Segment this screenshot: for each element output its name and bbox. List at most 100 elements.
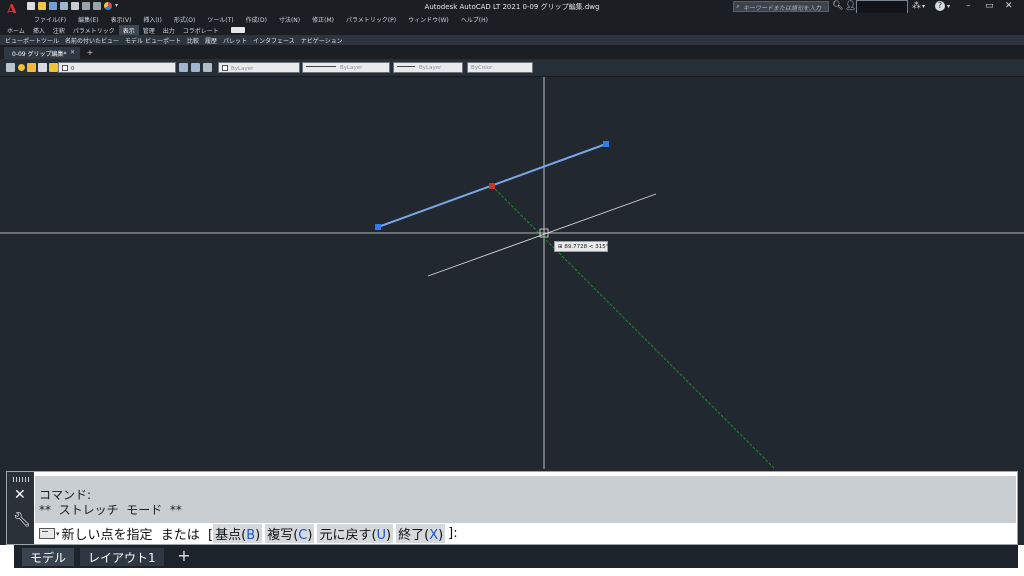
add-layout-button[interactable]: + — [174, 547, 194, 565]
autodesk-app-icon[interactable]: ⁂ — [912, 1, 921, 11]
dynamic-input-tooltip: ⊞ 89.7728 < 315° — [554, 241, 608, 252]
plotstyle-value: ByColor — [471, 65, 493, 71]
layer-on-icon[interactable] — [18, 64, 25, 71]
layer-value: 0 — [71, 66, 75, 72]
command-input[interactable]: ▾ 新しい点を指定 または [ 基点(B) 複写(C) 元に戻す(U) 終了(X… — [35, 524, 1016, 543]
menu-insert[interactable]: 挿入(I) — [137, 13, 167, 25]
menu-help[interactable]: ヘルプ(H) — [455, 13, 494, 25]
menu-window[interactable]: ウィンドウ(W) — [402, 13, 455, 25]
lineweight-value: ByLayer — [419, 65, 442, 71]
ribbon-panels: ビューポートツール 名前の付いたビュー モデル ビューポート 比較 履歴 パレッ… — [0, 35, 1024, 45]
tab-manage[interactable]: 管理 — [139, 25, 159, 35]
restore-button[interactable]: ▭ — [985, 1, 994, 11]
color-dropdown[interactable]: ByLayer — [218, 62, 300, 73]
option-undo[interactable]: 元に戻す(U) — [317, 524, 394, 543]
drag-grip-icon[interactable] — [13, 477, 29, 482]
panel-navigation[interactable]: ナビゲーション — [298, 35, 346, 45]
hot-grip[interactable] — [489, 183, 495, 189]
close-icon[interactable]: ✕ — [14, 487, 26, 503]
panel-named-views[interactable]: 名前の付いたビュー — [62, 35, 122, 45]
close-button[interactable]: ✕ — [1005, 1, 1013, 11]
preview-line — [427, 193, 657, 277]
menu-modify[interactable]: 修正(M) — [306, 13, 340, 25]
panel-history[interactable]: 履歴 — [202, 35, 220, 45]
layer-lock-open-icon[interactable] — [49, 63, 58, 72]
panel-palettes[interactable]: パレット — [220, 35, 250, 45]
match-layer-icon[interactable] — [191, 63, 200, 72]
make-current-layer-icon[interactable] — [179, 63, 188, 72]
rubberband-line — [491, 185, 776, 470]
layer-lock-icon[interactable] — [38, 63, 47, 72]
tab-model[interactable]: モデル — [22, 548, 75, 566]
help-dropdown-icon[interactable]: ▾ — [947, 3, 950, 10]
layer-previous-icon[interactable] — [203, 63, 212, 72]
search-placeholder: キーワードまたは語句を入力 — [743, 5, 822, 12]
option-base-point[interactable]: 基点(B) — [213, 524, 263, 543]
tab-collaborate[interactable]: コラボレート — [179, 25, 223, 35]
tab-parametric[interactable]: パラメトリック — [69, 25, 119, 35]
color-value: ByLayer — [231, 66, 254, 72]
file-tab-bar: 0-09 グリップ編集* ✕ + — [0, 45, 1024, 59]
menu-view[interactable]: 表示(V) — [105, 13, 138, 25]
search-go-icon[interactable]: 🔍︎ — [832, 1, 843, 11]
command-history: コマンド: ** ストレッチ モード ** — [35, 476, 1016, 523]
command-line-sidebar: ✕ 🔧︎ — [7, 472, 34, 544]
properties-toolbar: 0 ByLayer ByLayer ByLayer ByColor — [0, 59, 1024, 77]
layer-freeze-icon[interactable] — [27, 63, 36, 72]
linetype-dropdown[interactable]: ByLayer — [302, 62, 390, 73]
panel-viewport-tools[interactable]: ビューポートツール — [2, 35, 62, 45]
option-copy[interactable]: 複写(C) — [265, 524, 315, 543]
panel-model-viewports[interactable]: モデル ビューポート — [122, 35, 184, 45]
layer-dropdown[interactable]: 0 — [58, 62, 176, 73]
search-icon: ⌕ — [736, 3, 740, 10]
menu-format[interactable]: 形式(O) — [168, 13, 201, 25]
panel-compare[interactable]: 比較 — [184, 35, 202, 45]
linetype-preview — [306, 66, 336, 67]
layer-color-swatch — [62, 65, 68, 71]
command-prompt-icon[interactable] — [39, 528, 55, 539]
ribbon-tabs: ホーム 挿入 注釈 パラメトリック 表示 管理 出力 コラボレート — [0, 25, 1024, 35]
new-tab-button[interactable]: + — [85, 49, 95, 57]
end-grip[interactable] — [603, 141, 609, 147]
menu-bar: ファイル(F) 編集(E) 表示(V) 挿入(I) 形式(O) ツール(T) 作… — [0, 13, 1024, 25]
title-bar: A ▾ Autodesk AutoCAD LT 2021 0-09 グリップ編集… — [0, 0, 1024, 19]
layout-tab-bar: モデル レイアウト1 + — [0, 545, 1024, 576]
user-icon[interactable]: 👤︎ — [845, 1, 856, 11]
plotstyle-dropdown[interactable]: ByColor — [467, 62, 533, 73]
tab-output[interactable]: 出力 — [159, 25, 179, 35]
prompt-end: ]: — [448, 526, 458, 541]
lineweight-dropdown[interactable]: ByLayer — [393, 62, 463, 73]
search-input[interactable]: ⌕ キーワードまたは語句を入力 — [733, 1, 829, 12]
lineweight-preview — [397, 66, 415, 67]
app-dropdown-icon[interactable]: ▾ — [922, 3, 925, 10]
file-tab-label: 0-09 グリップ編集* — [12, 51, 67, 58]
linetype-value: ByLayer — [340, 65, 363, 71]
color-swatch — [222, 65, 228, 71]
prompt-text: 新しい点を指定 または [ — [61, 528, 214, 543]
panel-interface[interactable]: インタフェース — [250, 35, 298, 45]
tab-layout1[interactable]: レイアウト1 — [80, 548, 164, 566]
minimize-button[interactable]: – — [966, 1, 971, 11]
tooltip-value: 89.7728 < 315° — [564, 244, 609, 250]
close-tab-icon[interactable]: ✕ — [70, 49, 75, 56]
ribbon-toggle-button[interactable] — [230, 27, 245, 33]
tab-insert[interactable]: 挿入 — [29, 25, 49, 35]
tab-home[interactable]: ホーム — [3, 25, 29, 35]
end-grip[interactable] — [375, 224, 381, 230]
menu-edit[interactable]: 編集(E) — [72, 13, 104, 25]
menu-parametric[interactable]: パラメトリック(P) — [340, 13, 402, 25]
help-icon[interactable]: ? — [935, 1, 945, 11]
tab-annotate[interactable]: 注釈 — [49, 25, 69, 35]
option-exit[interactable]: 終了(X) — [396, 524, 446, 543]
file-tab-active[interactable]: 0-09 グリップ編集* ✕ — [4, 47, 80, 59]
layout-strip: モデル レイアウト1 + — [14, 545, 1018, 568]
recent-commands-dropdown-icon[interactable]: ▾ — [56, 530, 60, 538]
tab-view[interactable]: 表示 — [118, 25, 139, 35]
layer-properties-icon[interactable] — [6, 63, 15, 72]
wrench-icon[interactable]: 🔧︎ — [13, 512, 31, 528]
menu-file[interactable]: ファイル(F) — [28, 13, 72, 25]
history-line: コマンド: — [39, 488, 92, 502]
menu-tools[interactable]: ツール(T) — [201, 13, 239, 25]
menu-dimension[interactable]: 寸法(N) — [273, 13, 306, 25]
menu-draw[interactable]: 作成(D) — [240, 13, 273, 25]
